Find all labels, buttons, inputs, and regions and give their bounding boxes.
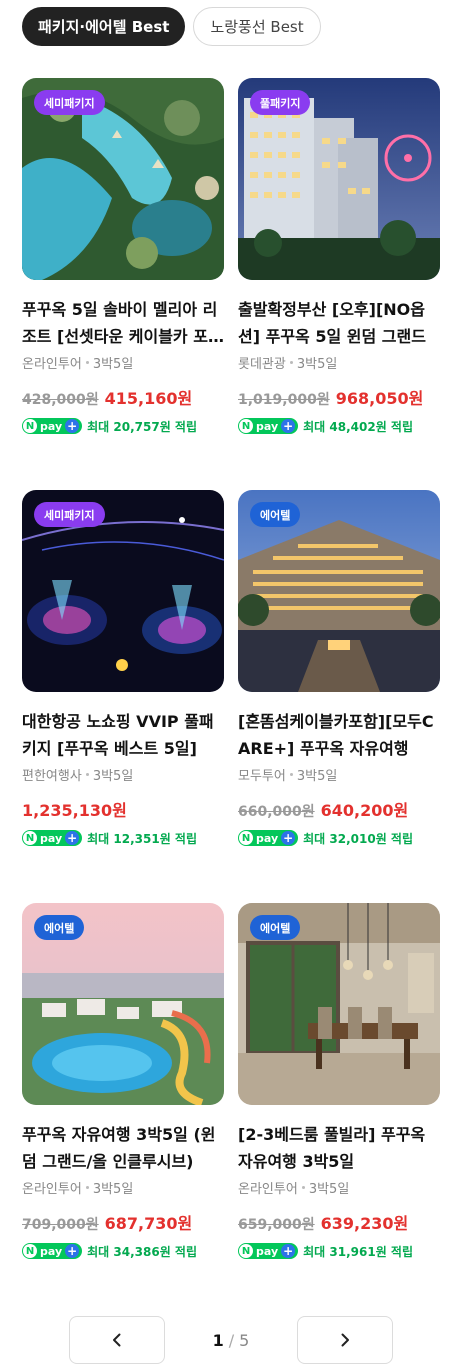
npay-plus-icon: Npay + (238, 418, 299, 434)
price-row: 660,000원 640,200원 (238, 797, 440, 820)
original-price: 1,019,000원 (238, 392, 330, 408)
product-type-badge: 세미패키지 (34, 90, 105, 115)
npay-reward-row: Npay + 최대 31,961원 적립 (238, 1242, 440, 1260)
npay-plus-icon: Npay + (22, 418, 83, 434)
page-indicator: 1 / 5 (165, 1316, 297, 1364)
trip-duration: 3박5일 (92, 768, 134, 784)
product-title[interactable]: 출발확정부산 [오후][NO옵션] 푸꾸옥 5일 윈덤 그랜드 (238, 296, 440, 350)
npay-plus-icon: Npay + (22, 1243, 83, 1259)
product-image[interactable]: 세미패키지 (22, 78, 224, 280)
trip-duration: 3박5일 (92, 1181, 134, 1197)
price-row: 1,019,000원 968,050원 (238, 385, 440, 408)
original-price: 709,000원 (22, 1217, 99, 1233)
product-type-badge: 풀패키지 (250, 90, 311, 115)
separator-dot (85, 772, 89, 776)
product-card[interactable]: 에어텔 푸꾸옥 자유여행 3박5일 (윈덤 그랜드/올 인클루시브) 온라인투어… (22, 903, 224, 1260)
price-row: 1,235,130원 (22, 797, 224, 820)
agency-name: 온라인투어 (22, 1181, 82, 1197)
agency-name: 롯데관광 (238, 356, 286, 372)
prev-page-button[interactable] (69, 1316, 165, 1364)
tab-noranghpungseon-best[interactable]: 노랑풍선 Best (193, 7, 321, 46)
product-type-badge: 에어텔 (34, 915, 85, 940)
sale-price: 639,230원 (320, 1214, 409, 1233)
product-title[interactable]: 푸꾸옥 자유여행 3박5일 (윈덤 그랜드/올 인클루시브) (22, 1121, 224, 1175)
chevron-right-icon (341, 1333, 349, 1347)
product-title[interactable]: [2-3베드룸 풀빌라] 푸꾸옥 자유여행 3박5일 (238, 1121, 440, 1175)
product-image[interactable]: 풀패키지 (238, 78, 440, 280)
original-price: 660,000원 (238, 804, 315, 820)
sale-price: 687,730원 (104, 1214, 193, 1233)
category-tabs: 패키지·에어텔 Best 노랑풍선 Best (22, 7, 321, 46)
chevron-left-icon (113, 1333, 121, 1347)
trip-duration: 3박5일 (296, 768, 338, 784)
npay-reward-row: Npay + 최대 32,010원 적립 (238, 829, 440, 847)
separator-dot (85, 1185, 89, 1189)
agency-name: 온라인투어 (238, 1181, 298, 1197)
npay-plus-icon: Npay + (22, 830, 83, 846)
original-price: 659,000원 (238, 1217, 315, 1233)
product-card[interactable]: 에어텔 [2-3베드룸 풀빌라] 푸꾸옥 자유여행 3박5일 온라인투어 3박5… (238, 903, 440, 1260)
trip-duration: 3박5일 (308, 1181, 350, 1197)
price-row: 428,000원 415,160원 (22, 385, 224, 408)
price-row: 659,000원 639,230원 (238, 1210, 440, 1233)
product-meta: 편한여행사 3박5일 (22, 764, 224, 784)
product-image[interactable]: 세미패키지 (22, 490, 224, 692)
product-title[interactable]: [혼똠섬케이블카포함][모두CARE+] 푸꾸옥 자유여행 (238, 708, 440, 762)
next-page-button[interactable] (297, 1316, 393, 1364)
sale-price: 415,160원 (104, 389, 193, 408)
product-image[interactable]: 에어텔 (22, 903, 224, 1105)
trip-duration: 3박5일 (296, 356, 338, 372)
product-card[interactable]: 세미패키지 대한항공 노쇼핑 VVIP 풀패키지 [푸꾸옥 베스트 5일] 편한… (22, 490, 224, 847)
sale-price: 640,200원 (320, 801, 409, 820)
product-image[interactable]: 에어텔 (238, 490, 440, 692)
current-page: 1 (212, 1330, 224, 1350)
product-image[interactable]: 에어텔 (238, 903, 440, 1105)
product-meta: 롯데관광 3박5일 (238, 352, 440, 372)
page-separator: / (228, 1330, 235, 1350)
sale-price: 1,235,130원 (22, 801, 127, 820)
reward-text: 최대 20,757원 적립 (87, 419, 198, 434)
agency-name: 온라인투어 (22, 356, 82, 372)
product-meta: 모두투어 3박5일 (238, 764, 440, 784)
original-price: 428,000원 (22, 392, 99, 408)
product-meta: 온라인투어 3박5일 (238, 1177, 440, 1197)
product-card[interactable]: 에어텔 [혼똠섬케이블카포함][모두CARE+] 푸꾸옥 자유여행 모두투어 3… (238, 490, 440, 847)
product-type-badge: 에어텔 (250, 502, 301, 527)
product-title[interactable]: 대한항공 노쇼핑 VVIP 풀패키지 [푸꾸옥 베스트 5일] (22, 708, 224, 762)
npay-reward-row: Npay + 최대 20,757원 적립 (22, 417, 224, 435)
separator-dot (301, 1185, 305, 1189)
product-type-badge: 에어텔 (250, 915, 301, 940)
reward-text: 최대 34,386원 적립 (87, 1244, 198, 1259)
product-meta: 온라인투어 3박5일 (22, 352, 224, 372)
price-row: 709,000원 687,730원 (22, 1210, 224, 1233)
pagination: 1 / 5 (69, 1316, 393, 1364)
reward-text: 최대 48,402원 적립 (303, 419, 414, 434)
npay-reward-row: Npay + 최대 34,386원 적립 (22, 1242, 224, 1260)
product-type-badge: 세미패키지 (34, 502, 105, 527)
total-pages: 5 (239, 1330, 250, 1350)
product-meta: 온라인투어 3박5일 (22, 1177, 224, 1197)
separator-dot (289, 360, 293, 364)
reward-text: 최대 31,961원 적립 (303, 1244, 414, 1259)
npay-reward-row: Npay + 최대 48,402원 적립 (238, 417, 440, 435)
product-card[interactable]: 풀패키지 출발확정부산 [오후][NO옵션] 푸꾸옥 5일 윈덤 그랜드 롯데관… (238, 78, 440, 435)
npay-reward-row: Npay + 최대 12,351원 적립 (22, 829, 224, 847)
agency-name: 모두투어 (238, 768, 286, 784)
product-card[interactable]: 세미패키지 푸꾸옥 5일 솔바이 멜리아 리조트 [선셋타운 케이블카 포함] … (22, 78, 224, 435)
agency-name: 편한여행사 (22, 768, 82, 784)
product-title[interactable]: 푸꾸옥 5일 솔바이 멜리아 리조트 [선셋타운 케이블카 포함] (22, 296, 224, 350)
separator-dot (85, 360, 89, 364)
npay-plus-icon: Npay + (238, 1243, 299, 1259)
npay-plus-icon: Npay + (238, 830, 299, 846)
trip-duration: 3박5일 (92, 356, 134, 372)
reward-text: 최대 12,351원 적립 (87, 831, 198, 846)
separator-dot (289, 772, 293, 776)
sale-price: 968,050원 (335, 389, 424, 408)
tab-package-airtel-best[interactable]: 패키지·에어텔 Best (22, 7, 186, 46)
reward-text: 최대 32,010원 적립 (303, 831, 414, 846)
